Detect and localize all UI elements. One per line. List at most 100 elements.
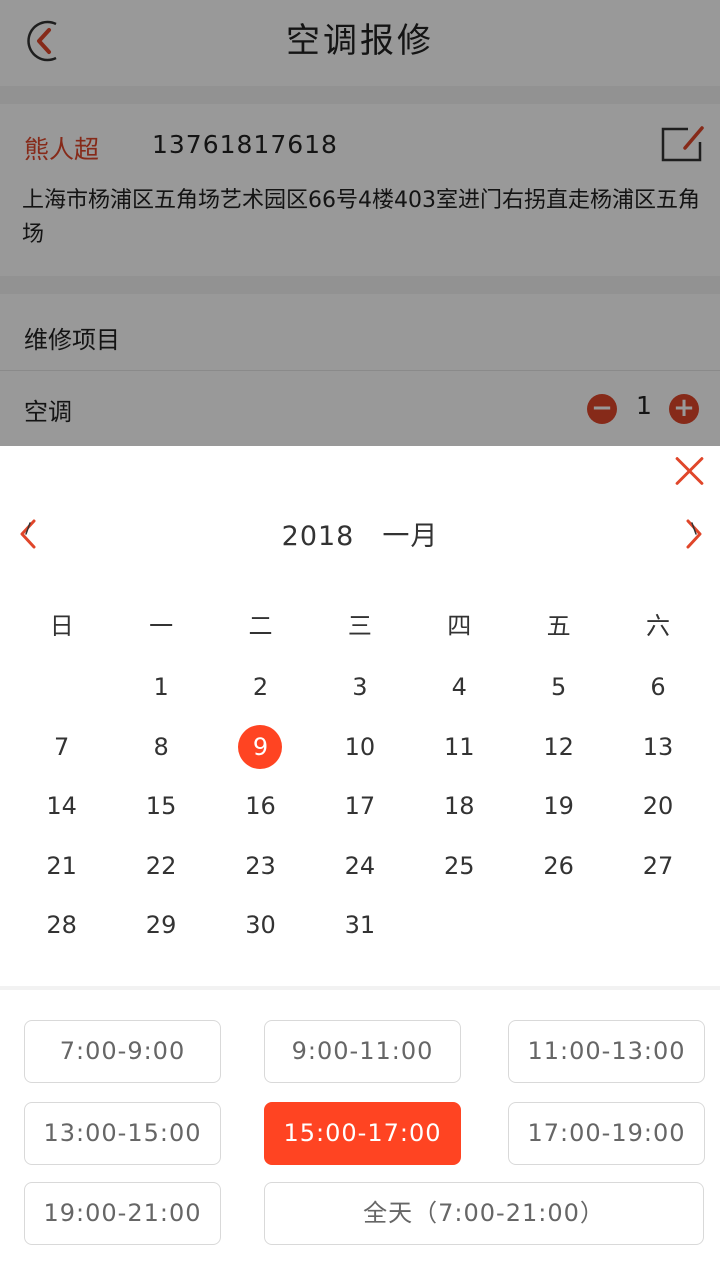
calendar-day-label: 27 (642, 851, 674, 880)
calendar-days-grid: 1 2 3 4 5 6 7 8 9 10 11 12 13 14 15 16 17 18 19 20 21 22 23 24 2… (12, 664, 708, 962)
calendar-day-label: 31 (344, 911, 376, 939)
time-slot-button[interactable]: 13:00-15:00 (24, 1102, 221, 1165)
time-slot-button-selected[interactable]: 15:00-17:00 (264, 1102, 461, 1165)
calendar-day[interactable]: 5 (509, 664, 608, 710)
time-slot-button[interactable]: 17:00-19:00 (508, 1102, 705, 1165)
calendar-day-label: 14 (46, 792, 77, 820)
calendar-day[interactable]: 15 (111, 783, 210, 829)
calendar-day[interactable]: 27 (608, 843, 707, 889)
weekday-label: 三 (347, 612, 372, 640)
calendar-empty-label (537, 903, 581, 947)
calendar-week-row: 1 2 3 4 5 6 (12, 664, 708, 724)
calendar-day-label: 24 (344, 851, 376, 880)
calendar-empty-cell (608, 902, 707, 948)
weekday-label: 二 (248, 612, 273, 640)
weekday-label: 四 (447, 612, 472, 640)
calendar-day-label: 20 (642, 792, 674, 820)
calendar-day-label: 25 (443, 851, 475, 880)
calendar-empty-label (636, 903, 680, 947)
calendar-day[interactable]: 12 (509, 724, 608, 770)
calendar-day-label: 15 (145, 792, 177, 820)
calendar-day-label: 13 (642, 732, 674, 761)
calendar-day-label: 29 (145, 911, 177, 939)
calendar-empty-cell (410, 902, 509, 948)
calendar-day[interactable]: 16 (211, 783, 310, 829)
close-icon[interactable] (672, 454, 706, 488)
calendar-week-row: 28 29 30 31 (12, 902, 708, 962)
calendar-week-row: 14 15 16 17 18 19 20 (12, 783, 708, 843)
calendar-day[interactable]: 18 (410, 783, 509, 829)
calendar-day-label: 4 (451, 673, 467, 701)
calendar-day-label: 1 (153, 673, 169, 701)
calendar-day[interactable]: 2 (211, 664, 310, 710)
calendar-day[interactable]: 10 (310, 724, 409, 770)
calendar-day[interactable]: 17 (310, 783, 409, 829)
calendar-month: 一月 (382, 521, 439, 552)
calendar-day-label: 3 (352, 673, 368, 701)
calendar-week-row: 7 8 9 10 11 12 13 (12, 724, 708, 784)
calendar-day-label: 21 (46, 851, 77, 880)
all-day-slot-button[interactable]: 全天（7:00-21:00） (264, 1182, 704, 1245)
calendar-day-label: 30 (245, 911, 276, 939)
calendar-day[interactable]: 31 (310, 902, 409, 948)
calendar-day[interactable]: 8 (111, 724, 210, 770)
time-slot-button[interactable]: 19:00-21:00 (24, 1182, 221, 1245)
calendar-day-label: 22 (145, 851, 177, 880)
calendar-day[interactable]: 25 (410, 843, 509, 889)
calendar-day-label: 28 (46, 911, 77, 939)
calendar-day-selected[interactable]: 9 (211, 724, 310, 770)
weekday-label: 一 (149, 612, 174, 640)
calendar-empty-label (40, 665, 84, 709)
calendar-empty-cell (509, 902, 608, 948)
calendar-day[interactable]: 13 (608, 724, 707, 770)
calendar-day-label: 7 (54, 732, 70, 761)
date-time-picker: 2018 一月 日 一 二 三 四 五 六 1 2 3 4 5 6 7 8 9 10 11 12 13 14… (0, 446, 720, 1280)
calendar-day[interactable]: 28 (12, 902, 111, 948)
calendar-day-label: 5 (551, 673, 567, 701)
calendar-day[interactable]: 1 (111, 664, 210, 710)
calendar-week-row: 21 22 23 24 25 26 27 (12, 843, 708, 903)
calendar-day[interactable]: 4 (410, 664, 509, 710)
modal-overlay[interactable] (0, 0, 720, 446)
calendar-day-label: 16 (245, 792, 276, 820)
time-slot-button[interactable]: 11:00-13:00 (508, 1020, 705, 1083)
calendar-day-label: 2 (252, 673, 269, 701)
weekday-header: 日 一 二 三 四 五 六 (12, 606, 708, 646)
calendar-day[interactable]: 7 (12, 724, 111, 770)
calendar-day[interactable]: 24 (310, 843, 409, 889)
calendar-day[interactable]: 14 (12, 783, 111, 829)
calendar-day-label: 8 (153, 732, 169, 761)
calendar-day[interactable]: 22 (111, 843, 210, 889)
calendar-day[interactable]: 11 (410, 724, 509, 770)
divider (0, 986, 720, 990)
calendar-month-title: 2018 一月 (0, 514, 720, 553)
calendar-day-label: 11 (443, 732, 475, 761)
calendar-day-label: 10 (344, 732, 376, 761)
calendar-day-label: 18 (443, 792, 475, 820)
calendar-day[interactable]: 21 (12, 843, 111, 889)
next-month-icon[interactable] (682, 518, 706, 550)
calendar-day-label: 17 (344, 792, 376, 820)
calendar-day-label: 12 (543, 732, 574, 761)
calendar-day[interactable]: 23 (211, 843, 310, 889)
calendar-day[interactable]: 29 (111, 902, 210, 948)
calendar-day[interactable]: 30 (211, 902, 310, 948)
weekday-label: 五 (546, 612, 571, 640)
calendar-day[interactable]: 6 (608, 664, 707, 710)
calendar-year: 2018 (281, 521, 355, 552)
calendar-day[interactable]: 20 (608, 783, 707, 829)
time-slot-button[interactable]: 7:00-9:00 (24, 1020, 221, 1083)
calendar-day-label: 6 (650, 673, 666, 701)
calendar-empty-label (437, 903, 481, 947)
calendar-day-label: 26 (543, 851, 574, 880)
calendar-day-label: 23 (245, 851, 276, 880)
calendar-day-label: 9 (238, 724, 283, 769)
time-slot-button[interactable]: 9:00-11:00 (264, 1020, 461, 1083)
calendar-day-label: 19 (543, 792, 574, 820)
weekday-label: 六 (646, 612, 671, 640)
calendar-empty-cell (12, 664, 111, 710)
calendar-day[interactable]: 26 (509, 843, 608, 889)
calendar-day[interactable]: 3 (310, 664, 409, 710)
calendar-day[interactable]: 19 (509, 783, 608, 829)
weekday-label: 日 (49, 612, 74, 640)
